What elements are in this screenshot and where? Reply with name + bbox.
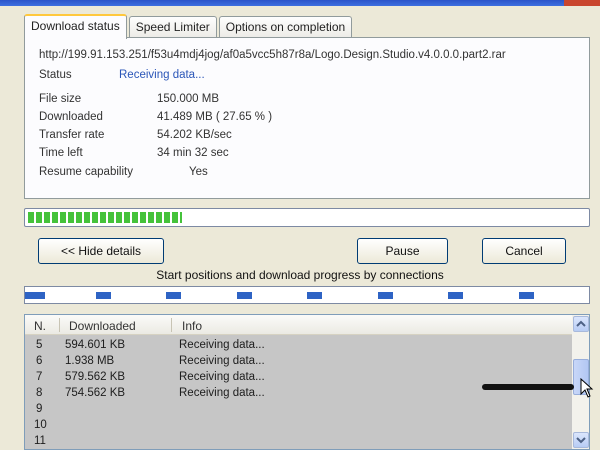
info-label: Downloaded: [39, 111, 103, 123]
resume-capability-row: Resume capability Yes: [39, 166, 208, 178]
info-value: 150.000 MB: [157, 93, 220, 105]
row-info: Receiving data...: [179, 339, 265, 351]
download-status-panel: http://199.91.153.251/f53u4mdj4jog/af0a5…: [24, 37, 590, 199]
row-number: 8: [36, 387, 43, 399]
list-item[interactable]: 6 1.938 MB Receiving data...: [25, 354, 573, 370]
tab-speed-limiter[interactable]: Speed Limiter: [128, 16, 217, 38]
row-downloaded: 1.938 MB: [65, 355, 115, 367]
row-number: 11: [34, 435, 46, 447]
info-value: 54.202 KB/sec: [157, 129, 232, 141]
connection-segment: [237, 292, 252, 299]
list-item[interactable]: 11: [25, 434, 573, 450]
connections-progress-bar: [24, 286, 590, 304]
file-size-row: File size 150.000 MB: [39, 93, 219, 105]
cancel-button[interactable]: Cancel: [482, 238, 566, 264]
status-value: Receiving data...: [119, 69, 205, 81]
row-number: 10: [34, 419, 47, 431]
row-info: Receiving data...: [179, 371, 265, 383]
connection-segment: [519, 292, 534, 299]
row-downloaded: 594.601 KB: [65, 339, 126, 351]
download-url: http://199.91.153.251/f53u4mdj4jog/af0a5…: [39, 49, 506, 61]
list-item[interactable]: 10: [25, 418, 573, 434]
list-item[interactable]: 5 594.601 KB Receiving data...: [25, 338, 573, 354]
status-label: Status: [39, 69, 72, 81]
tab-download-status[interactable]: Download status: [24, 14, 127, 39]
row-number: 5: [36, 339, 43, 351]
info-label: Time left: [39, 147, 83, 159]
mouse-pointer-icon: [580, 378, 594, 398]
hide-details-button[interactable]: << Hide details: [38, 238, 164, 264]
info-label: Transfer rate: [39, 129, 105, 141]
chevron-up-icon[interactable]: [573, 316, 589, 332]
title-bar: [0, 0, 600, 6]
info-value: 41.489 MB ( 27.65 % ): [157, 111, 273, 123]
row-number: 6: [36, 355, 43, 367]
time-left-row: Time left 34 min 32 sec: [39, 147, 229, 159]
info-label: Resume capability: [39, 166, 133, 178]
list-item[interactable]: 9: [25, 402, 573, 418]
connection-segment: [378, 292, 393, 299]
info-value: Yes: [189, 166, 208, 178]
row-number: 9: [36, 403, 43, 415]
column-header-info[interactable]: Info: [182, 319, 202, 333]
list-header: N. Downloaded Info: [25, 315, 573, 335]
row-info: Receiving data...: [179, 387, 265, 399]
row-number: 7: [36, 371, 43, 383]
connection-segment: [448, 292, 463, 299]
row-info: Receiving data...: [179, 355, 265, 367]
close-button[interactable]: [564, 0, 600, 6]
progress-fill: [28, 212, 183, 223]
column-header-number[interactable]: N.: [34, 319, 46, 333]
download-progress-bar: [24, 208, 590, 227]
connection-segment: [307, 292, 322, 299]
connection-segment: [96, 292, 111, 299]
info-label: File size: [39, 93, 82, 105]
transfer-rate-row: Transfer rate 54.202 KB/sec: [39, 129, 232, 141]
column-header-downloaded[interactable]: Downloaded: [69, 319, 136, 333]
chevron-down-icon[interactable]: [573, 432, 589, 448]
connections-list: N. Downloaded Info 5 594.601 KB Receivin…: [24, 314, 590, 450]
connections-caption: Start positions and download progress by…: [156, 268, 444, 282]
connection-segment: [166, 292, 181, 299]
tab-strip: Download status Speed Limiter Options on…: [24, 12, 354, 39]
column-divider[interactable]: [171, 318, 172, 332]
info-value: 34 min 32 sec: [157, 147, 229, 159]
connection-segment: [25, 292, 45, 299]
redaction-mark: [482, 384, 574, 390]
downloaded-row: Downloaded 41.489 MB ( 27.65 % ): [39, 111, 272, 123]
row-downloaded: 754.562 KB: [65, 387, 126, 399]
pause-button[interactable]: Pause: [357, 238, 448, 264]
row-downloaded: 579.562 KB: [65, 371, 126, 383]
tab-options-on-completion[interactable]: Options on completion: [218, 16, 353, 38]
column-divider[interactable]: [59, 318, 60, 332]
